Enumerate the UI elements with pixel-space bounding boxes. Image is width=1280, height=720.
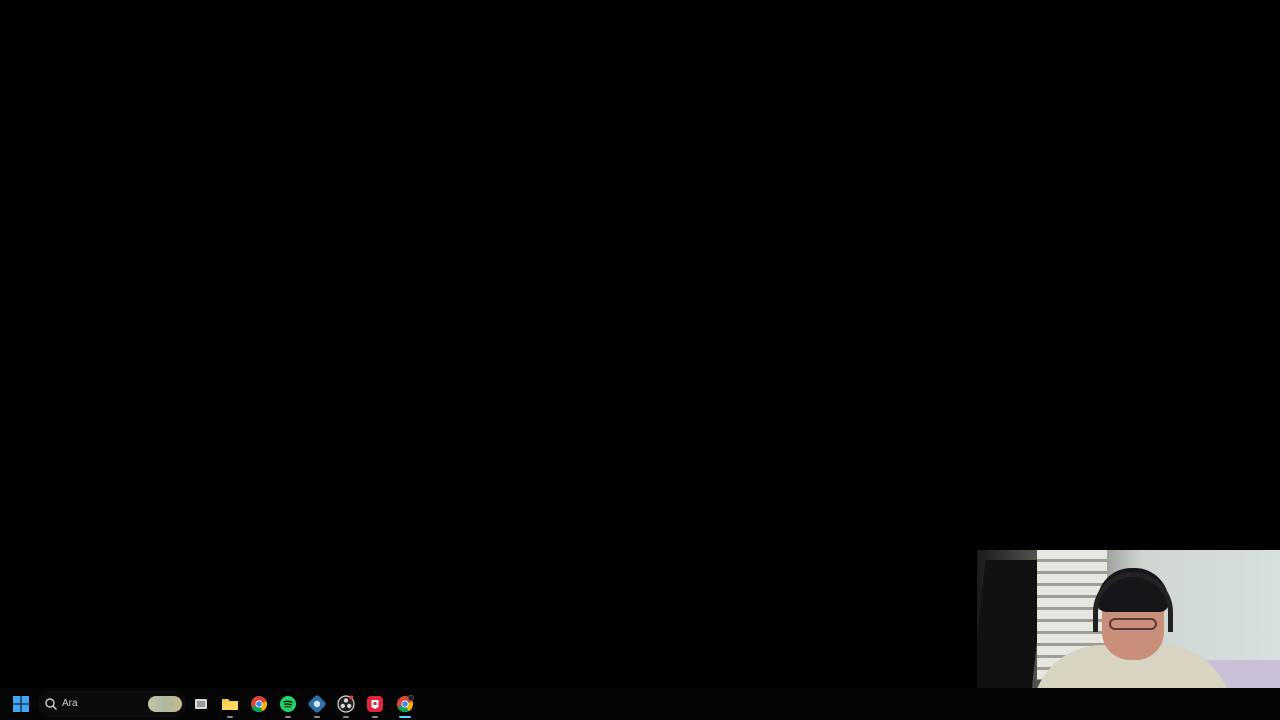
running-indicator xyxy=(285,716,291,718)
search-icon xyxy=(45,698,57,710)
search-box[interactable]: Ara xyxy=(38,691,186,717)
red-app-icon xyxy=(367,696,383,712)
settings-app-button[interactable] xyxy=(306,693,328,718)
obs-button[interactable] xyxy=(335,693,357,718)
spotify-icon xyxy=(280,696,296,712)
running-indicator xyxy=(227,716,233,718)
task-view-button[interactable] xyxy=(190,693,212,715)
gear-app-icon xyxy=(308,695,326,713)
obs-icon xyxy=(337,695,355,713)
running-indicator xyxy=(343,716,349,718)
taskbar: Ara xyxy=(0,688,1280,720)
task-view-icon xyxy=(195,699,207,709)
chrome-profile-button[interactable] xyxy=(394,693,416,718)
spotify-button[interactable] xyxy=(277,693,299,718)
file-explorer-button[interactable] xyxy=(219,693,241,718)
search-label: Ara xyxy=(62,698,78,709)
search-highlight-image xyxy=(148,696,182,712)
red-app-button[interactable] xyxy=(364,693,386,718)
chrome-icon xyxy=(251,696,268,713)
running-indicator xyxy=(314,716,320,718)
webcam-glasses xyxy=(1109,618,1157,630)
windows-logo-icon xyxy=(13,696,29,712)
start-button[interactable] xyxy=(8,692,34,716)
chrome-button[interactable] xyxy=(248,693,270,715)
chrome-icon xyxy=(397,695,414,713)
folder-icon xyxy=(222,699,238,710)
running-indicator xyxy=(372,716,378,718)
active-indicator xyxy=(399,716,411,718)
